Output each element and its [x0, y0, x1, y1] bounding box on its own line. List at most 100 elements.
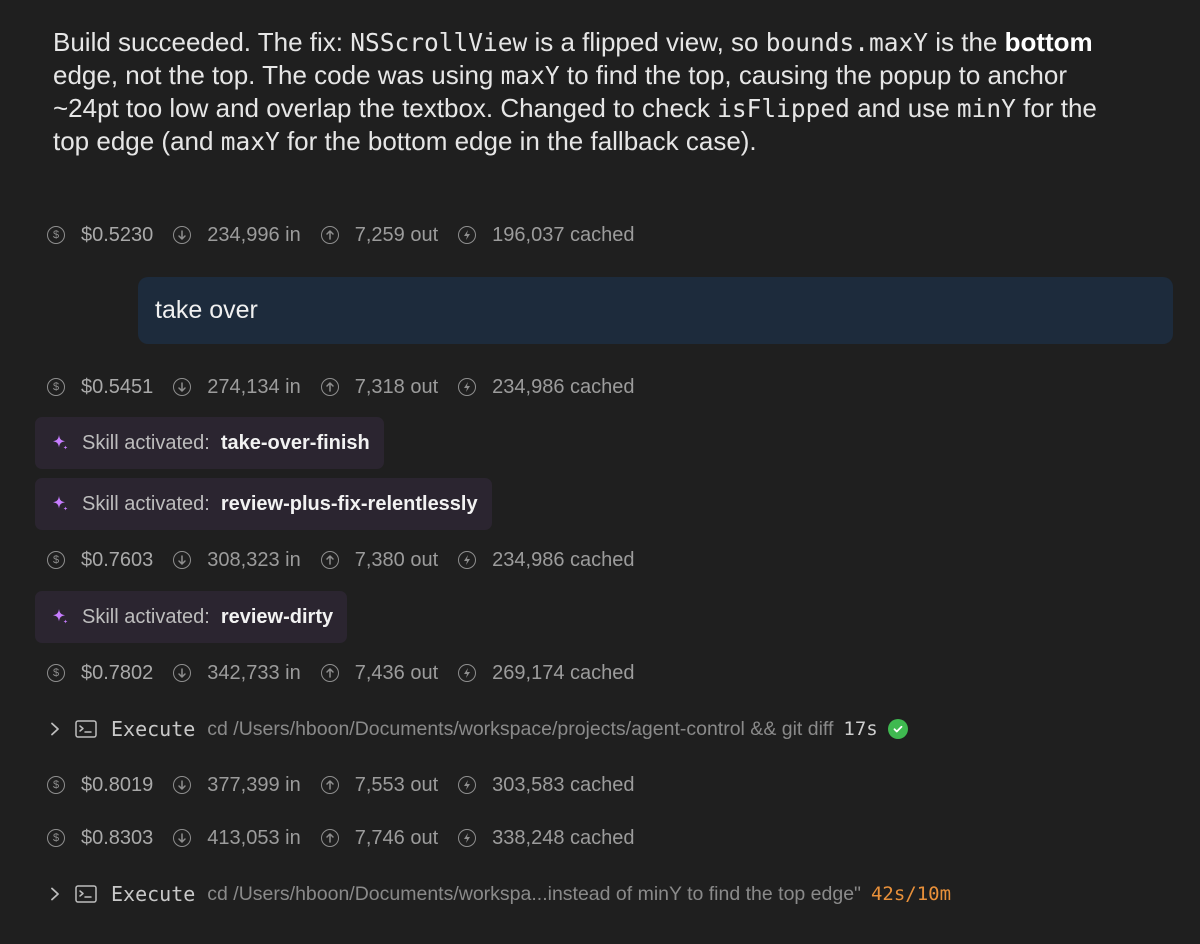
arrow-up-icon — [320, 664, 339, 682]
cost-value: $0.5230 — [81, 223, 154, 246]
message-text: edge, not the top. The code was using — [53, 60, 501, 90]
cost-stat: $ $0.8303 — [47, 827, 153, 850]
output-tokens-value: 7,318 out — [354, 375, 439, 398]
execute-label: Execute — [111, 882, 196, 906]
cached-tokens-stat: 234,986 cached — [458, 549, 634, 572]
output-tokens-stat: 7,746 out — [320, 826, 439, 850]
cached-tokens-stat: 269,174 cached — [458, 662, 634, 685]
arrow-down-icon — [173, 829, 192, 847]
user-message-bubble: take over — [138, 277, 1173, 344]
inline-code: maxY — [220, 127, 280, 156]
cached-tokens-value: 196,037 cached — [492, 223, 635, 246]
chevron-right-icon[interactable] — [49, 722, 63, 736]
usage-stats-row: $ $0.7603 308,323 in 7,380 out 234,986 c… — [47, 545, 634, 575]
usage-stats-row: $ $0.8303 413,053 in 7,746 out 338,248 c… — [47, 823, 634, 853]
output-tokens-value: 7,380 out — [354, 548, 439, 571]
arrow-up-icon — [320, 776, 339, 794]
input-tokens-stat: 274,134 in — [173, 375, 301, 399]
terminal-icon — [75, 885, 97, 903]
cost-value: $0.5451 — [81, 375, 154, 398]
user-message-text: take over — [155, 296, 258, 324]
cached-tokens-value: 234,986 cached — [492, 548, 635, 571]
check-circle-icon — [887, 719, 908, 739]
chevron-right-icon[interactable] — [49, 887, 63, 901]
assistant-message: Build succeeded. The fix: NSScrollView i… — [53, 26, 1113, 158]
skill-activated-chip: Skill activated: take-over-finish — [35, 417, 384, 469]
terminal-icon — [75, 720, 97, 738]
execute-command: cd /Users/hboon/Documents/workspa...inst… — [207, 882, 861, 905]
output-tokens-value: 7,436 out — [354, 661, 439, 684]
output-tokens-value: 7,746 out — [354, 826, 439, 849]
sparkle-icon — [51, 608, 69, 626]
cached-tokens-value: 269,174 cached — [492, 661, 635, 684]
skill-prefix: Skill activated: — [82, 605, 210, 628]
skill-name: review-dirty — [220, 605, 334, 628]
execute-duration: 17s — [843, 718, 878, 740]
input-tokens-stat: 413,053 in — [173, 827, 301, 850]
lightning-icon — [458, 664, 477, 682]
output-tokens-value: 7,259 out — [354, 223, 439, 246]
usage-stats-row: $ $0.5230 234,996 in 7,259 out 196,037 c… — [47, 220, 634, 250]
execute-command: cd /Users/hboon/Documents/workspace/proj… — [207, 717, 834, 740]
execute-duration: 42s/10m — [870, 883, 952, 905]
sparkle-icon — [51, 495, 69, 513]
inline-code: minY — [956, 94, 1016, 123]
message-text: is the — [928, 27, 1005, 57]
execute-tool-row[interactable]: Execute cd /Users/hboon/Documents/worksp… — [49, 879, 961, 909]
skill-prefix: Skill activated: — [82, 492, 210, 515]
inline-code: NSScrollView — [350, 28, 528, 57]
input-tokens-stat: 342,733 in — [173, 662, 301, 685]
skill-activated-chip: Skill activated: review-plus-fix-relentl… — [35, 478, 492, 530]
cost-value: $0.7603 — [81, 548, 154, 571]
input-tokens-stat: 308,323 in — [173, 548, 301, 572]
execute-label: Execute — [111, 717, 196, 741]
arrow-down-icon — [173, 551, 192, 569]
input-tokens-value: 234,996 in — [207, 223, 301, 246]
lightning-icon — [458, 551, 477, 569]
cached-tokens-stat: 338,248 cached — [458, 827, 634, 850]
usage-stats-row: $ $0.8019 377,399 in 7,553 out 303,583 c… — [47, 770, 634, 800]
arrow-up-icon — [320, 551, 339, 569]
output-tokens-stat: 7,436 out — [320, 661, 439, 685]
message-text: and use — [849, 93, 957, 123]
skill-name: review-plus-fix-relentlessly — [220, 492, 478, 515]
arrow-up-icon — [320, 226, 339, 244]
message-text: is a flipped view, so — [527, 27, 766, 57]
output-tokens-stat: 7,259 out — [320, 223, 439, 247]
skill-name: take-over-finish — [220, 431, 370, 454]
skill-prefix: Skill activated: — [82, 431, 210, 454]
inline-code: isFlipped — [717, 94, 850, 123]
output-tokens-stat: 7,553 out — [320, 773, 439, 797]
output-tokens-value: 7,553 out — [354, 773, 439, 796]
dollar-icon: $ — [47, 829, 65, 847]
execute-tool-row[interactable]: Execute cd /Users/hboon/Documents/worksp… — [49, 714, 908, 744]
cached-tokens-stat: 303,583 cached — [458, 774, 634, 797]
input-tokens-value: 308,323 in — [207, 548, 301, 571]
lightning-icon — [458, 776, 477, 794]
arrow-up-icon — [320, 829, 339, 847]
inline-code: maxY — [500, 61, 560, 90]
cached-tokens-stat: 196,037 cached — [458, 224, 634, 247]
sparkle-icon — [51, 434, 69, 452]
arrow-up-icon — [320, 378, 339, 396]
usage-stats-row: $ $0.5451 274,134 in 7,318 out 234,986 c… — [47, 372, 634, 402]
inline-code: bounds.maxY — [765, 28, 928, 57]
arrow-down-icon — [173, 378, 192, 396]
dollar-icon: $ — [47, 551, 65, 569]
input-tokens-stat: 234,996 in — [173, 223, 301, 247]
arrow-down-icon — [173, 664, 192, 682]
usage-stats-row: $ $0.7802 342,733 in 7,436 out 269,174 c… — [47, 658, 634, 688]
output-tokens-stat: 7,318 out — [320, 375, 439, 399]
dollar-icon: $ — [47, 664, 65, 682]
cached-tokens-value: 234,986 cached — [492, 375, 635, 398]
input-tokens-value: 377,399 in — [207, 773, 301, 796]
arrow-down-icon — [173, 776, 192, 794]
skill-activated-chip: Skill activated: review-dirty — [35, 591, 348, 643]
input-tokens-value: 274,134 in — [207, 375, 301, 398]
lightning-icon — [458, 378, 477, 396]
cached-tokens-value: 338,248 cached — [492, 826, 635, 849]
cost-stat: $ $0.5230 — [47, 224, 153, 247]
output-tokens-stat: 7,380 out — [320, 548, 439, 572]
cached-tokens-stat: 234,986 cached — [458, 376, 634, 399]
message-text: for the bottom edge in the fallback case… — [279, 126, 757, 156]
